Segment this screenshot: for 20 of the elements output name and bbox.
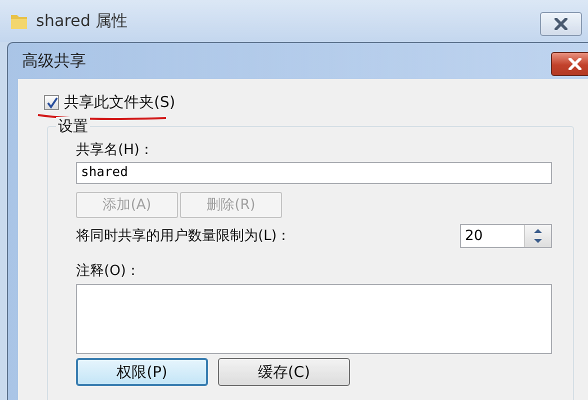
field-label: 共享名(H)： [76,141,154,159]
window-title: shared 属性 [36,10,128,32]
field-label: 将同时共享的用户数量限制为(L)： [76,227,292,245]
close-button[interactable] [540,12,582,36]
close-icon [567,58,583,70]
spin-down-icon[interactable] [534,239,542,243]
group-title: 设置 [56,117,90,136]
share-checkbox[interactable] [44,95,59,110]
spin-up-icon[interactable] [534,229,542,233]
comment-field[interactable] [76,284,552,354]
limit-spinbox[interactable]: 20 [460,224,552,248]
field-label: 注释(O)： [76,262,141,280]
checkbox-label: 共享此文件夹(S) [64,93,176,112]
folder-icon [10,12,28,30]
close-button[interactable] [551,52,588,76]
share-name-field[interactable]: shared [76,162,552,184]
dialog-button[interactable]: 权限(P) [76,358,208,386]
dialog-title: 高级共享 [21,50,86,72]
close-icon [553,18,569,30]
dialog-button[interactable]: 缓存(C) [218,358,350,386]
